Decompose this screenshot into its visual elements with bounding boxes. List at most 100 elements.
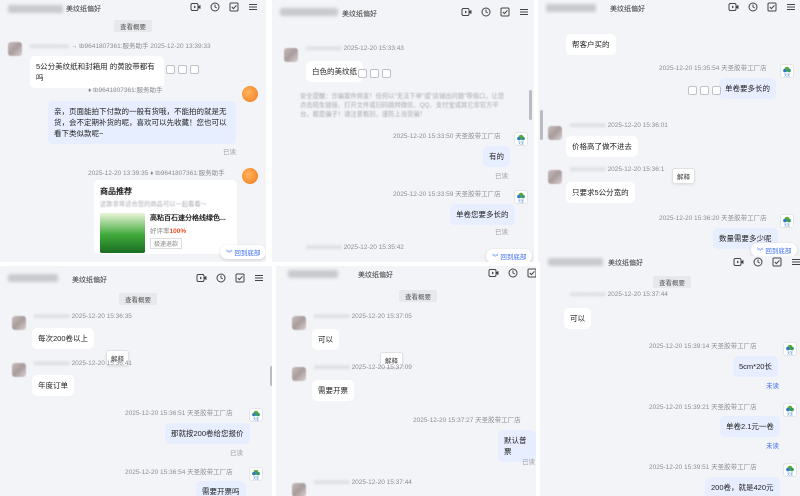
- scrollbar[interactable]: [540, 110, 543, 140]
- message-meta: 2025-12-20 13:39:35 ♦ tb9641807361:服务助手: [88, 170, 225, 177]
- scrollbar[interactable]: [270, 366, 272, 386]
- copy-icon[interactable]: [370, 69, 379, 78]
- chat-panel-2: 美纹纸偏好 xxxxxxxxxxx 2025-12-20 15:33:43 白色…: [272, 0, 534, 262]
- message-bubble: 需要开票吗: [196, 481, 246, 496]
- assistant-avatar: [242, 86, 258, 102]
- checkbox-icon[interactable]: [235, 273, 245, 283]
- shop-avatar: [780, 64, 794, 78]
- message-meta: 2025-12-20 15:36:54 天圣胶带工厂店: [125, 469, 233, 476]
- copy-icon[interactable]: [178, 65, 187, 74]
- message-bubble: 白色的美纹纸: [306, 61, 363, 82]
- message-bubble: 那就按200卷给您报价: [165, 423, 250, 444]
- message-meta: xxxxxxxxxxx 2025-12-20 15:37:44: [570, 291, 668, 298]
- toolbar-icons: [733, 257, 800, 267]
- view-summary-button[interactable]: 查看概要: [114, 20, 152, 32]
- more-icon[interactable]: [190, 65, 199, 74]
- more-icon[interactable]: [712, 86, 721, 95]
- view-summary-button[interactable]: 查看概要: [119, 293, 157, 305]
- checkbox-icon[interactable]: [527, 268, 536, 278]
- message-bubble: 单卷2.1元一卷: [720, 416, 780, 437]
- jump-to-bottom-button[interactable]: ︾ 回到底部: [220, 245, 266, 259]
- checkbox-icon[interactable]: [772, 257, 782, 267]
- menu-icon[interactable]: [519, 7, 529, 17]
- clock-icon[interactable]: [508, 268, 518, 278]
- clock-icon[interactable]: [216, 273, 226, 283]
- video-icon[interactable]: [461, 7, 472, 17]
- checkbox-icon[interactable]: [767, 2, 777, 12]
- unread-status: 未读: [766, 443, 779, 450]
- message-bubble: 可以: [564, 308, 591, 329]
- jump-to-bottom-button[interactable]: ︾ 回到底部: [751, 243, 798, 257]
- video-icon[interactable]: [488, 268, 499, 278]
- checkbox-icon[interactable]: [500, 7, 510, 17]
- more-icon[interactable]: [382, 69, 391, 78]
- copy-icon[interactable]: [700, 86, 709, 95]
- view-summary-button[interactable]: 查看概要: [653, 276, 691, 288]
- product-item[interactable]: 高粘百石速分格线绿色... 好评率100% 极速退款: [100, 213, 231, 253]
- customer-name-blurred: [546, 4, 596, 12]
- shop-avatar: [514, 132, 528, 146]
- customer-avatar: [292, 316, 306, 330]
- message-meta: xxxxxxxxxxx 2025-12-20 15:37:09: [314, 364, 412, 371]
- security-notice: 安全提醒：诈骗案件频发！任何以"无法下单"或"店铺出问题"等借口，让您点击陌生链…: [300, 93, 505, 118]
- clock-icon[interactable]: [748, 2, 758, 12]
- message-meta: xxxxxxxxxxx 2025-12-20 15:33:43: [306, 45, 404, 52]
- clock-icon[interactable]: [481, 7, 491, 17]
- menu-icon[interactable]: [254, 273, 264, 283]
- video-icon[interactable]: [728, 2, 739, 12]
- quote-icon[interactable]: [688, 86, 697, 95]
- customer-name-blurred: [280, 8, 338, 16]
- clock-icon[interactable]: [210, 2, 220, 12]
- message-meta: xxxxxxxxxxx 2025-12-20 15:36:01: [570, 122, 668, 129]
- chat-title: 美纹纸偏好: [72, 277, 107, 284]
- product-rating: 好评率100%: [150, 228, 187, 235]
- toolbar-icons: [190, 2, 258, 12]
- chat-title: 美纹纸偏好: [608, 260, 643, 267]
- message-actions: [358, 69, 391, 78]
- message-bubble: 只要求5公分宽的: [566, 182, 635, 203]
- toolbar-icons: [488, 268, 536, 278]
- chat-panel-4: 美纹纸偏好 查看概要 xxxxxxxxxxx 2025-12-20 15:36:…: [0, 266, 272, 496]
- message-actions: [688, 86, 721, 95]
- message-meta: xxxxxxxxxxx 2025-12-20 15:37:44: [314, 479, 412, 486]
- view-summary-button[interactable]: 查看概要: [399, 290, 437, 302]
- customer-avatar: [8, 42, 22, 56]
- chat-panel-3: 美纹纸偏好 帮客户买的 2025-12-20 15:35:54 天圣胶带工厂店 …: [538, 0, 800, 262]
- quote-icon[interactable]: [166, 65, 175, 74]
- message-meta: ♦ tb9641807361:服务助手: [88, 87, 163, 94]
- menu-icon[interactable]: [248, 2, 258, 12]
- jump-to-bottom-button[interactable]: ︾ 回到底部: [486, 249, 533, 262]
- message-bubble: 亲，页面能拍下付款的一般有货哦，不能拍的就是无货，会不定期补货的呢，喜欢可以先收…: [48, 101, 236, 144]
- customer-avatar: [548, 170, 562, 184]
- message-meta: xxxxxxxxxxx 2025-12-20 15:36:1: [570, 166, 665, 173]
- explain-tooltip[interactable]: 解释: [672, 168, 695, 184]
- chat-panel-5: 美纹纸偏好 查看概要 xxxxxxxxxxx 2025-12-20 15:37:…: [276, 266, 536, 496]
- video-icon[interactable]: [196, 273, 207, 283]
- scrollbar[interactable]: [529, 90, 532, 120]
- video-icon[interactable]: [190, 2, 201, 12]
- checkbox-icon[interactable]: [229, 2, 239, 12]
- message-bubble: 200卷，就是420元: [705, 477, 780, 496]
- message-bubble: 可以: [312, 329, 339, 350]
- customer-avatar: [292, 483, 306, 496]
- video-icon[interactable]: [733, 257, 744, 267]
- message-bubble: 每次200卷以上: [32, 328, 95, 349]
- product-tag: 极速退款: [150, 238, 183, 249]
- product-name: 高粘百石速分格线绿色...: [150, 215, 226, 222]
- quote-icon[interactable]: [358, 69, 367, 78]
- customer-avatar: [548, 126, 562, 140]
- menu-icon[interactable]: [791, 257, 800, 267]
- menu-icon[interactable]: [786, 2, 796, 12]
- read-status: 已读: [230, 450, 243, 457]
- message-meta: 2025-12-20 15:33:50 天圣胶带工厂店: [393, 133, 501, 140]
- chat-title: 美纹纸偏好: [66, 6, 101, 13]
- message-bubble: 5cm*20长: [733, 356, 778, 377]
- message-meta: 2025-12-20 15:35:54 天圣胶带工厂店: [659, 65, 767, 72]
- product-recommendation-card[interactable]: 商品推荐 这款非常适合您的商品可以一起看看～ 高粘百石速分格线绿色... 好评率…: [94, 180, 237, 254]
- message-meta: 2025-12-20 15:39:51 天圣胶带工厂店: [649, 464, 757, 471]
- message-meta: 2025-12-20 15:39:21 天圣胶带工厂店: [649, 404, 757, 411]
- clock-icon[interactable]: [753, 257, 763, 267]
- message-meta: 2025-12-20 15:36:20 天圣胶带工厂店: [659, 215, 767, 222]
- toolbar-icons: [728, 2, 796, 12]
- message-bubble: 单卷您要多长的: [450, 204, 515, 225]
